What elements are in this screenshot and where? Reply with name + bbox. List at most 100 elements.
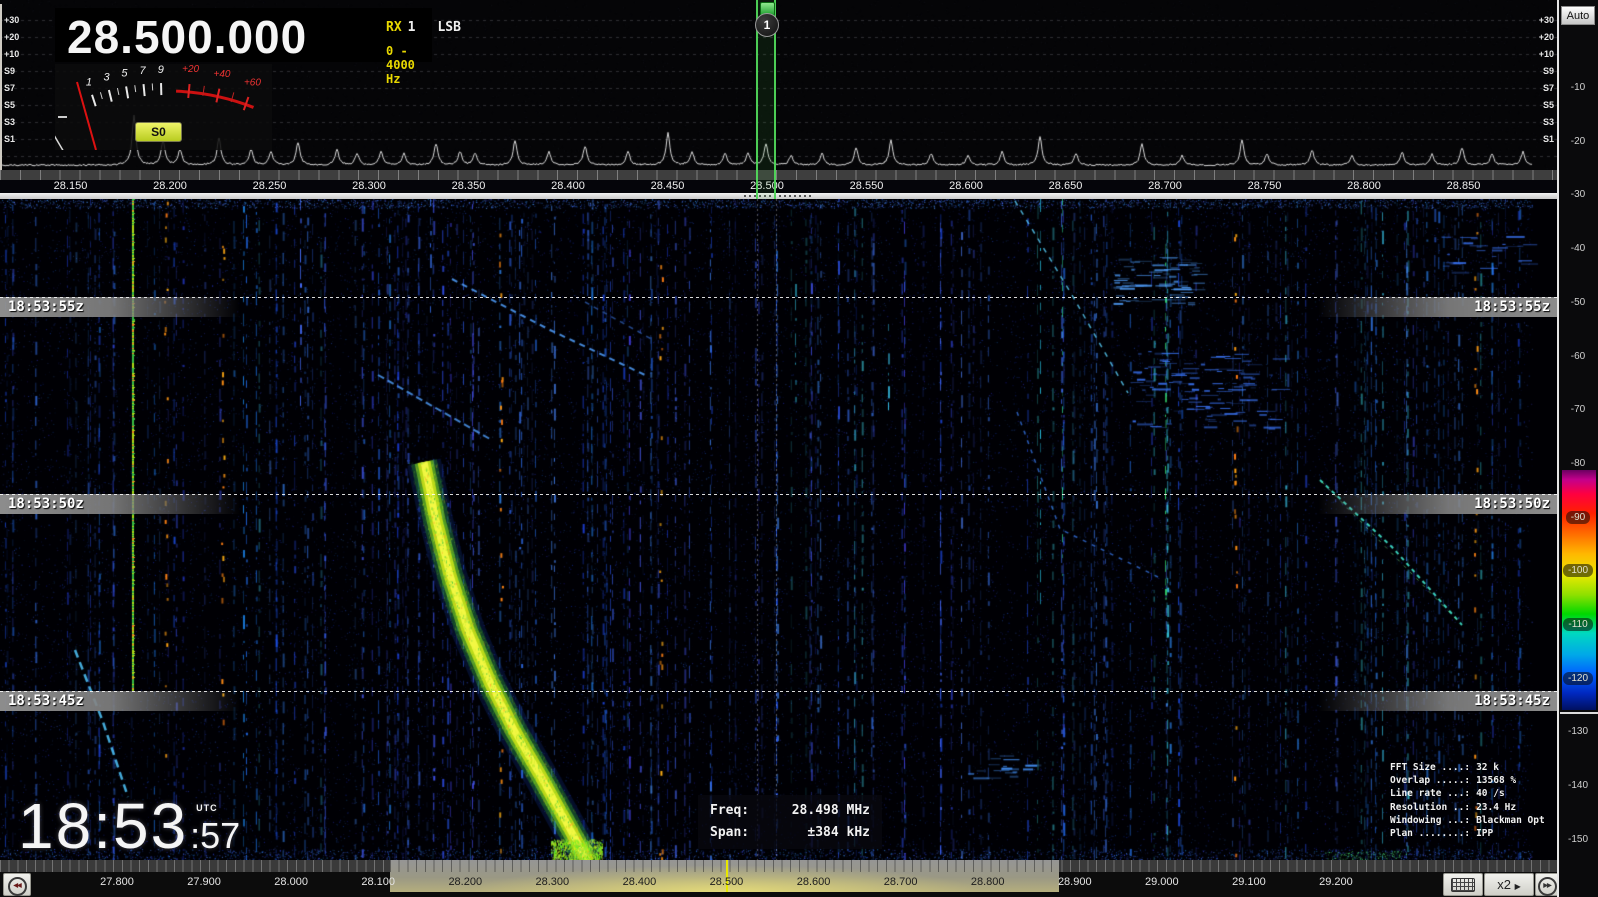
colorbar-db-text: -20 xyxy=(1571,136,1585,147)
fft-info-label: Line rate ...: xyxy=(1390,788,1470,799)
colorbar-db-label: -60 xyxy=(1558,350,1598,364)
fft-info-row: Overlap .....: 13568 % xyxy=(1390,774,1545,787)
spectrum-freq-label: 28.700 xyxy=(1148,180,1182,193)
spectrum-freq-label: 28.850 xyxy=(1447,180,1481,193)
svg-text:3: 3 xyxy=(103,71,110,83)
band-freq-label: 28.600 xyxy=(797,872,831,892)
time-strip-right: 18:53:50z xyxy=(1318,494,1558,514)
colorbar-db-label: -120 xyxy=(1558,672,1598,686)
fft-info-label: Plan ........: xyxy=(1390,828,1470,839)
band-freq-label: 28.400 xyxy=(623,872,657,892)
colorbar-db-text: -50 xyxy=(1571,297,1585,308)
colorbar-db-text: -120 xyxy=(1563,672,1593,685)
colorbar-db-label: -110 xyxy=(1558,618,1598,632)
spectrum-frequency-scale[interactable]: 28.15028.20028.25028.30028.35028.40028.4… xyxy=(0,180,1558,193)
spectrum-freq-label: 28.300 xyxy=(352,180,386,193)
time-gridline xyxy=(0,691,1558,692)
spectrum-db-label-right: S5 xyxy=(1528,101,1554,110)
cursor-info-box: Freq:28.498 MHz Span:±384 kHz xyxy=(698,795,882,849)
rx-number: 1 xyxy=(408,20,416,35)
spectrum-freq-label: 28.400 xyxy=(551,180,585,193)
fft-info-row: Windowing ...:Blackman Opt xyxy=(1390,814,1545,827)
fft-info-label: Overlap .....: xyxy=(1390,775,1470,786)
band-freq-label: 28.800 xyxy=(971,872,1005,892)
colorbar-db-text: -100 xyxy=(1563,564,1593,577)
time-strip-right: 18:53:45z xyxy=(1318,691,1558,711)
time-strip-right: 18:53:55z xyxy=(1318,297,1558,317)
cursor-freq-value: 28.498 MHz xyxy=(792,800,870,822)
spectrum-db-label-left: +20 xyxy=(4,33,19,42)
svg-text:7: 7 xyxy=(139,65,146,77)
svg-text:+60: +60 xyxy=(244,78,261,89)
band-freq-label: 29.200 xyxy=(1319,872,1353,892)
mode-label[interactable]: LSB xyxy=(437,20,460,35)
fft-info-label: FFT Size ....: xyxy=(1390,762,1470,773)
spectrum-freq-label: 28.800 xyxy=(1347,180,1381,193)
spectrum-freq-label: 28.150 xyxy=(54,180,88,193)
spectrum-freq-label: 28.350 xyxy=(452,180,486,193)
fft-info-row: Plan ........:IPP xyxy=(1390,827,1545,840)
colorbar-db-text: -30 xyxy=(1571,189,1585,200)
time-gridline xyxy=(0,494,1558,495)
clock-seconds: :57 xyxy=(190,815,240,856)
tuning-marker-badge[interactable]: 1 xyxy=(755,13,779,37)
zoom-button[interactable]: x2 ▶ xyxy=(1484,873,1534,896)
spectrum-db-label-right: +10 xyxy=(1528,50,1554,59)
time-label: 18:53:45z xyxy=(1318,691,1558,711)
colorbar-bottom-line xyxy=(1560,712,1598,714)
colorbar-db-label: -130 xyxy=(1558,725,1598,739)
fft-info-label: Windowing ...: xyxy=(1390,815,1470,826)
vfo-frequency[interactable]: 28.500.000 xyxy=(67,10,307,64)
scroll-right-button[interactable]: ▶▶ xyxy=(1535,873,1559,896)
svg-text:+40: +40 xyxy=(213,69,230,80)
colorbar-db-text: -70 xyxy=(1571,404,1585,415)
colorbar-db-text: -90 xyxy=(1566,511,1590,524)
colorbar-db-label: -100 xyxy=(1558,564,1598,578)
time-label: 18:53:50z xyxy=(1318,494,1558,514)
spectrum-db-label-right: +30 xyxy=(1528,16,1554,25)
spectrum-freq-label: 28.600 xyxy=(949,180,983,193)
band-freq-label: 27.800 xyxy=(100,872,134,892)
band-freq-label: 29.100 xyxy=(1232,872,1266,892)
utc-clock: 18:53UTC:57 xyxy=(18,789,240,863)
keyboard-entry-button[interactable] xyxy=(1443,873,1483,896)
clock-hhmm: 18:53 xyxy=(18,790,188,862)
svg-text:9: 9 xyxy=(158,64,164,76)
spectrum-freq-label: 28.750 xyxy=(1248,180,1282,193)
play-arrow-icon: ▶ xyxy=(1515,882,1521,891)
scroll-left-button[interactable]: ◀◀ xyxy=(3,873,31,896)
colorbar-db-label: -30 xyxy=(1558,188,1598,202)
sdr-console-window: 28.500.000 RX1LSB 0 - 4000 Hz 1 3579 +20 +4… xyxy=(0,0,1598,897)
band-freq-label: 28.500 xyxy=(710,872,744,892)
fft-info-block: FFT Size ....:32 kOverlap .....: 13568 % L… xyxy=(1390,761,1545,840)
time-label: 18:53:45z xyxy=(0,691,240,711)
band-freq-label: 28.000 xyxy=(274,872,308,892)
spectrum-freq-label: 28.250 xyxy=(253,180,287,193)
fft-info-row: Resolution ..:23.4 Hz xyxy=(1390,801,1545,814)
spectrum-db-label-left: +10 xyxy=(4,50,19,59)
svg-text:5: 5 xyxy=(121,68,128,80)
colorbar-db-label: -10 xyxy=(1558,81,1598,95)
fft-info-value: 13568 % xyxy=(1476,775,1516,786)
colorbar-db-text: -10 xyxy=(1571,82,1585,93)
colorbar-db-label: -20 xyxy=(1558,135,1598,149)
spectrum-db-label-right: +20 xyxy=(1528,33,1554,42)
spectrum-db-label-left: S5 xyxy=(4,101,15,110)
colorbar-db-text: -140 xyxy=(1568,780,1588,791)
spectrum-db-label-right: S9 xyxy=(1528,67,1554,76)
band-freq-label: 28.300 xyxy=(536,872,570,892)
vfo-panel[interactable]: 28.500.000 RX1LSB 0 - 4000 Hz xyxy=(55,8,432,62)
passband-width-indicator xyxy=(744,195,812,197)
fft-info-row: FFT Size ....:32 k xyxy=(1390,761,1545,774)
auto-range-button[interactable]: Auto xyxy=(1561,6,1595,25)
colorbar-db-label: -50 xyxy=(1558,296,1598,310)
spectrum-db-label-left: +30 xyxy=(4,16,19,25)
colorbar-db-text: -40 xyxy=(1571,243,1585,254)
passband-label: 0 - 4000 Hz xyxy=(386,44,432,86)
spectrum-db-label-left: S7 xyxy=(4,84,15,93)
colorbar-db-text: -80 xyxy=(1571,458,1585,469)
spectrum-tick-strip[interactable] xyxy=(0,170,1558,180)
band-scale-bar[interactable]: 27.80027.90028.00028.10028.20028.30028.4… xyxy=(0,860,1558,897)
band-freq-label: 27.900 xyxy=(187,872,221,892)
band-freq-label: 29.000 xyxy=(1145,872,1179,892)
